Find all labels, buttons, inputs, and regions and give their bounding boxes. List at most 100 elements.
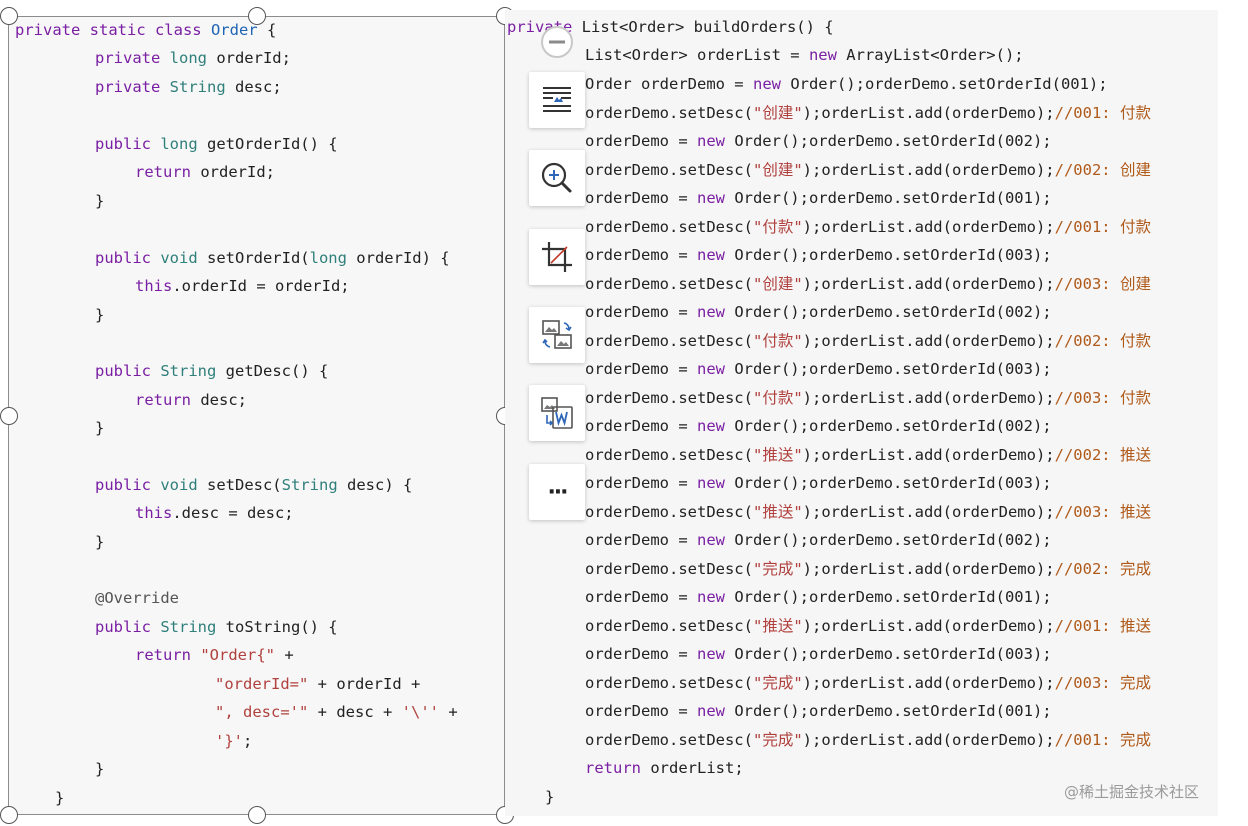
type: String [160,362,217,380]
image-convert-icon [542,320,572,349]
code-text: );orderList.add(orderDemo); [802,445,1055,464]
type: String [281,476,338,494]
code-line: } [95,760,105,778]
code-line: return orderList; [585,756,744,780]
code-text: );orderList.add(orderDemo); [802,217,1055,236]
crop-icon [542,242,572,272]
code-text: orderDemo.setDesc( [585,445,753,464]
code-line: orderDemo = new Order();orderDemo.setOrd… [585,585,1052,609]
comment: //003: 完成 [1054,673,1151,692]
resize-handle-bottom[interactable] [248,806,266,824]
code-text: orderDemo = [585,303,697,321]
code-text: ); [1032,531,1052,549]
keyword: new [696,474,725,492]
code-line: public void setOrderId(long orderId) { [95,246,450,270]
keyword: public [95,362,161,380]
keyword: new [696,588,725,606]
code-line: orderDemo = new Order();orderDemo.setOrd… [585,471,1052,495]
code-text: );orderList.add(orderDemo); [802,730,1055,749]
string: "推送" [752,445,803,464]
code-line: private static class Order { [15,18,276,42]
code-line: public long getOrderId() { [95,132,338,156]
keyword: private static class [15,21,211,39]
string: "orderId=" [215,675,309,693]
keyword: new [696,531,725,549]
code-text: orderDemo.setDesc( [585,616,753,635]
code-line: return "Order{" + [135,643,294,667]
comment: //003: 创建 [1054,274,1151,293]
code-text: );orderList.add(orderDemo); [802,103,1055,122]
code-text: + [274,646,294,664]
code-line: orderDemo = new Order();orderDemo.setOrd… [585,699,1052,723]
code-text: );orderList.add(orderDemo); [802,331,1055,350]
resize-handle-bottom-left[interactable] [0,806,18,824]
annotation: @Override [95,589,179,607]
code-text: ); [1032,132,1052,150]
code-text: ); [1032,702,1052,720]
more-icon: ··· [547,479,568,505]
image-convert-button[interactable] [529,307,585,363]
code-text: orderDemo = [585,588,697,606]
keyword: public [95,249,161,267]
code-text: Order();orderDemo.setOrderId( [724,189,1005,207]
code-text: orderDemo.setDesc( [585,388,753,407]
code-text: .orderId = orderId; [172,277,350,295]
code-text: Order();orderDemo.setOrderId( [724,588,1005,606]
code-text: List<Order> buildOrders() { [572,18,834,36]
code-text: orderId; [206,49,291,67]
order-id: 002 [1004,531,1033,549]
code-text: orderDemo = [585,417,697,435]
code-text: orderDemo = [585,531,697,549]
code-text: orderDemo = [585,246,697,264]
keyword: public [95,618,161,636]
code-text: desc) { [337,476,413,494]
resize-handle-left[interactable] [0,407,18,425]
code-text: ArrayList<Order>(); [836,46,1024,64]
code-text: );orderList.add(orderDemo); [802,274,1055,293]
code-text: ; [243,732,253,750]
keyword: new [696,702,725,720]
watermark: @稀土掘金技术社区 [1064,783,1200,801]
code-text: orderDemo.setDesc( [585,217,753,236]
code-text: orderDemo.setDesc( [585,160,753,179]
code-text: ); [1032,360,1052,378]
comment: //002: 推送 [1054,445,1151,464]
code-line: ", desc='" + desc + '\'' + [215,700,458,724]
code-line: orderDemo = new Order();orderDemo.setOrd… [585,414,1052,438]
code-text: ); [1032,588,1052,606]
zoom-in-button[interactable] [529,150,585,206]
type: String [169,78,226,96]
type: String [160,618,217,636]
type: long [160,135,198,153]
code-text: .desc = desc; [172,504,294,522]
code-text: orderId) { [346,249,450,267]
code-text: desc; [191,391,247,409]
string: "创建" [752,160,803,179]
string: "推送" [752,502,803,521]
resize-handle-top[interactable] [248,7,266,25]
copy-to-word-icon [541,397,573,429]
code-line: orderDemo.setDesc("付款");orderList.add(or… [585,329,1151,353]
code-text: orderDemo = [585,360,697,378]
string: "Order{" [200,646,275,664]
code-line: orderDemo.setDesc("创建");orderList.add(or… [585,158,1151,182]
right-code-block: private List<Order> buildOrders() { List… [0,0,1151,806]
code-line: private long orderId; [95,46,291,70]
code-text: orderDemo = [585,474,697,492]
crop-button[interactable] [529,229,585,285]
order-id: 003 [1004,645,1033,663]
code-text: Order();orderDemo.setOrderId( [724,303,1005,321]
code-line: orderDemo.setDesc("创建");orderList.add(or… [585,101,1151,125]
code-text: setDesc( [197,476,282,494]
string: '\'' [401,703,439,721]
code-line: public void setDesc(String desc) { [95,473,412,497]
copy-to-word-button[interactable] [529,385,585,441]
comment: //002: 创建 [1054,160,1151,179]
code-line: orderDemo.setDesc("推送");orderList.add(or… [585,500,1151,524]
more-button[interactable]: ··· [529,464,585,520]
code-text: ); [1032,417,1052,435]
code-text: Order();orderDemo.setOrderId( [724,360,1005,378]
code-line: orderDemo = new Order();orderDemo.setOrd… [585,300,1052,324]
code-text: );orderList.add(orderDemo); [802,160,1055,179]
wrap-text-button[interactable] [529,72,585,128]
